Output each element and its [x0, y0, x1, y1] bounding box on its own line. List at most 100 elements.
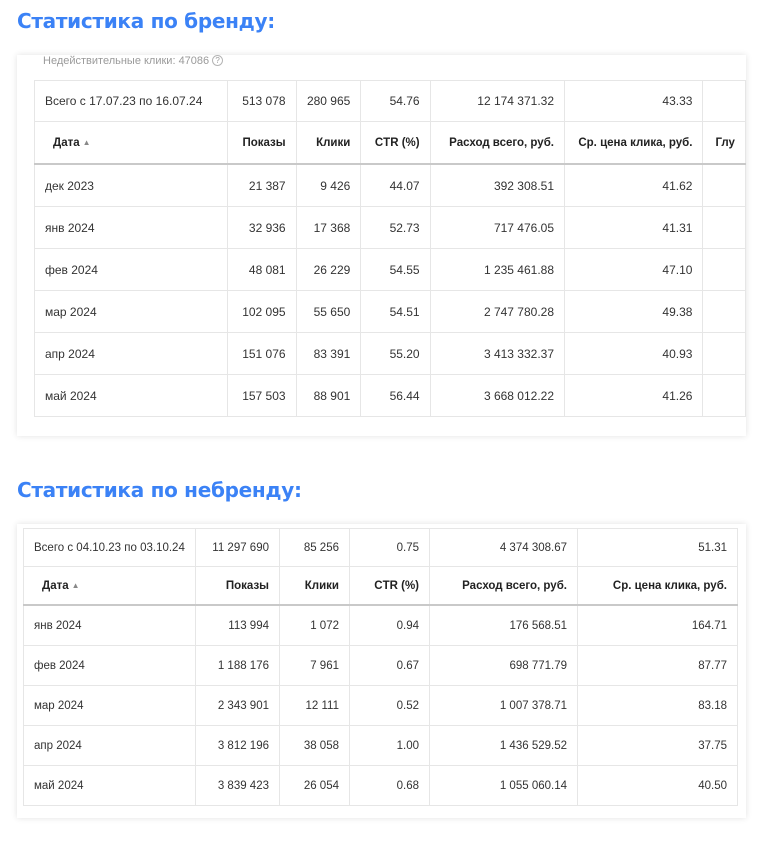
- cell-date: май 2024: [34, 374, 228, 417]
- cell-ctr: 54.55: [360, 248, 431, 291]
- nonbrand-stats-card: Всего с 04.10.23 по 03.10.24 11 297 690 …: [17, 524, 746, 818]
- sort-ascending-icon: ▲: [71, 580, 80, 590]
- cell-clicks: 17 368: [295, 206, 362, 249]
- cell-ctr: 0.68: [349, 765, 430, 806]
- cell-date: мар 2024: [34, 290, 228, 333]
- cell-shows: 48 081: [226, 248, 297, 291]
- table-row: май 2024 3 839 423 26 054 0.68 1 055 060…: [23, 765, 738, 806]
- cell-spend: 1 436 529.52: [429, 725, 578, 766]
- table-row: фев 2024 1 188 176 7 961 0.67 698 771.79…: [23, 645, 738, 686]
- cell-clicks: 1 072: [279, 604, 350, 646]
- totals-row: Всего с 17.07.23 по 16.07.24 513 078 280…: [34, 80, 746, 122]
- cell-depth: [702, 206, 746, 249]
- cell-date: май 2024: [23, 765, 196, 806]
- cell-shows: 102 095: [226, 290, 297, 333]
- brand-stats-table: Всего с 17.07.23 по 16.07.24 513 078 280…: [34, 80, 746, 417]
- depth-column-header[interactable]: Глу: [702, 121, 746, 165]
- avg-cpc-column-header[interactable]: Ср. цена клика, руб.: [564, 121, 704, 165]
- spend-column-header[interactable]: Расход всего, руб.: [429, 566, 578, 606]
- clicks-column-header[interactable]: Клики: [295, 121, 362, 165]
- cell-date: мар 2024: [23, 685, 196, 726]
- cell-clicks: 83 391: [295, 332, 362, 375]
- cell-shows: 3 812 196: [195, 725, 280, 766]
- totals-avg-cpc: 43.33: [564, 80, 704, 122]
- cell-date: дек 2023: [34, 163, 228, 207]
- totals-clicks: 85 256: [279, 528, 350, 567]
- cell-avg-cpc: 49.38: [564, 290, 704, 333]
- date-header-label: Дата: [53, 136, 80, 149]
- cell-shows: 157 503: [226, 374, 297, 417]
- header-row: Дата ▲ Показы Клики CTR (%) Расход всего,…: [34, 121, 746, 165]
- cell-ctr: 44.07: [360, 163, 431, 207]
- table-row: дек 2023 21 387 9 426 44.07 392 308.51 4…: [34, 163, 746, 207]
- totals-label: Всего с 17.07.23 по 16.07.24: [34, 80, 228, 122]
- cell-shows: 32 936: [226, 206, 297, 249]
- spend-column-header[interactable]: Расход всего, руб.: [429, 121, 566, 165]
- cell-ctr: 0.67: [349, 645, 430, 686]
- totals-ctr: 0.75: [349, 528, 430, 567]
- cell-avg-cpc: 41.26: [564, 374, 704, 417]
- cell-ctr: 54.51: [360, 290, 431, 333]
- totals-depth: [702, 80, 746, 122]
- avg-cpc-column-header[interactable]: Ср. цена клика, руб.: [577, 566, 738, 606]
- cell-spend: 1 007 378.71: [429, 685, 578, 726]
- cell-clicks: 26 054: [279, 765, 350, 806]
- cell-depth: [702, 163, 746, 207]
- table-row: мар 2024 2 343 901 12 111 0.52 1 007 378…: [23, 685, 738, 726]
- cell-depth: [702, 248, 746, 291]
- date-column-header[interactable]: Дата ▲: [34, 121, 228, 165]
- cell-shows: 113 994: [195, 604, 280, 646]
- cell-date: янв 2024: [34, 206, 228, 249]
- question-circle-icon[interactable]: ?: [212, 55, 224, 66]
- nonbrand-stats-table: Всего с 04.10.23 по 03.10.24 11 297 690 …: [23, 528, 738, 806]
- table-row: май 2024 157 503 88 901 56.44 3 668 012.…: [34, 374, 746, 417]
- totals-label: Всего с 04.10.23 по 03.10.24: [23, 528, 196, 567]
- cell-avg-cpc: 83.18: [577, 685, 738, 726]
- totals-shows: 11 297 690: [195, 528, 280, 567]
- invalid-clicks-note: Недействительные клики: 47086?: [43, 55, 224, 69]
- cell-avg-cpc: 40.50: [577, 765, 738, 806]
- cell-spend: 717 476.05: [429, 206, 566, 249]
- cell-avg-cpc: 41.62: [564, 163, 704, 207]
- header-row: Дата ▲ Показы Клики CTR (%) Расход всего,…: [23, 566, 738, 606]
- clicks-column-header[interactable]: Клики: [279, 566, 350, 606]
- cell-avg-cpc: 37.75: [577, 725, 738, 766]
- totals-clicks: 280 965: [295, 80, 362, 122]
- shows-column-header[interactable]: Показы: [226, 121, 297, 165]
- shows-column-header[interactable]: Показы: [195, 566, 280, 606]
- cell-avg-cpc: 87.77: [577, 645, 738, 686]
- cell-date: янв 2024: [23, 604, 196, 646]
- ctr-column-header[interactable]: CTR (%): [360, 121, 431, 165]
- cell-spend: 392 308.51: [429, 163, 566, 207]
- cell-spend: 176 568.51: [429, 604, 578, 646]
- cell-clicks: 38 058: [279, 725, 350, 766]
- cell-spend: 1 235 461.88: [429, 248, 566, 291]
- table-row: апр 2024 151 076 83 391 55.20 3 413 332.…: [34, 332, 746, 375]
- cell-shows: 21 387: [226, 163, 297, 207]
- cell-shows: 2 343 901: [195, 685, 280, 726]
- cell-shows: 151 076: [226, 332, 297, 375]
- totals-spend: 4 374 308.67: [429, 528, 578, 567]
- ctr-column-header[interactable]: CTR (%): [349, 566, 430, 606]
- cell-ctr: 52.73: [360, 206, 431, 249]
- cell-depth: [702, 332, 746, 375]
- date-header-label: Дата: [42, 579, 69, 592]
- cell-date: апр 2024: [23, 725, 196, 766]
- totals-avg-cpc: 51.31: [577, 528, 738, 567]
- cell-ctr: 55.20: [360, 332, 431, 375]
- totals-spend: 12 174 371.32: [429, 80, 566, 122]
- brand-section-title: Статистика по бренду:: [17, 9, 275, 33]
- cell-clicks: 55 650: [295, 290, 362, 333]
- cell-ctr: 0.52: [349, 685, 430, 726]
- nonbrand-section-title: Статистика по небренду:: [17, 478, 302, 502]
- cell-depth: [702, 374, 746, 417]
- cell-depth: [702, 290, 746, 333]
- sort-ascending-icon: ▲: [82, 137, 91, 147]
- table-row: апр 2024 3 812 196 38 058 1.00 1 436 529…: [23, 725, 738, 766]
- cell-spend: 1 055 060.14: [429, 765, 578, 806]
- cell-clicks: 88 901: [295, 374, 362, 417]
- cell-avg-cpc: 40.93: [564, 332, 704, 375]
- cell-avg-cpc: 47.10: [564, 248, 704, 291]
- date-column-header[interactable]: Дата ▲: [23, 566, 196, 606]
- cell-date: апр 2024: [34, 332, 228, 375]
